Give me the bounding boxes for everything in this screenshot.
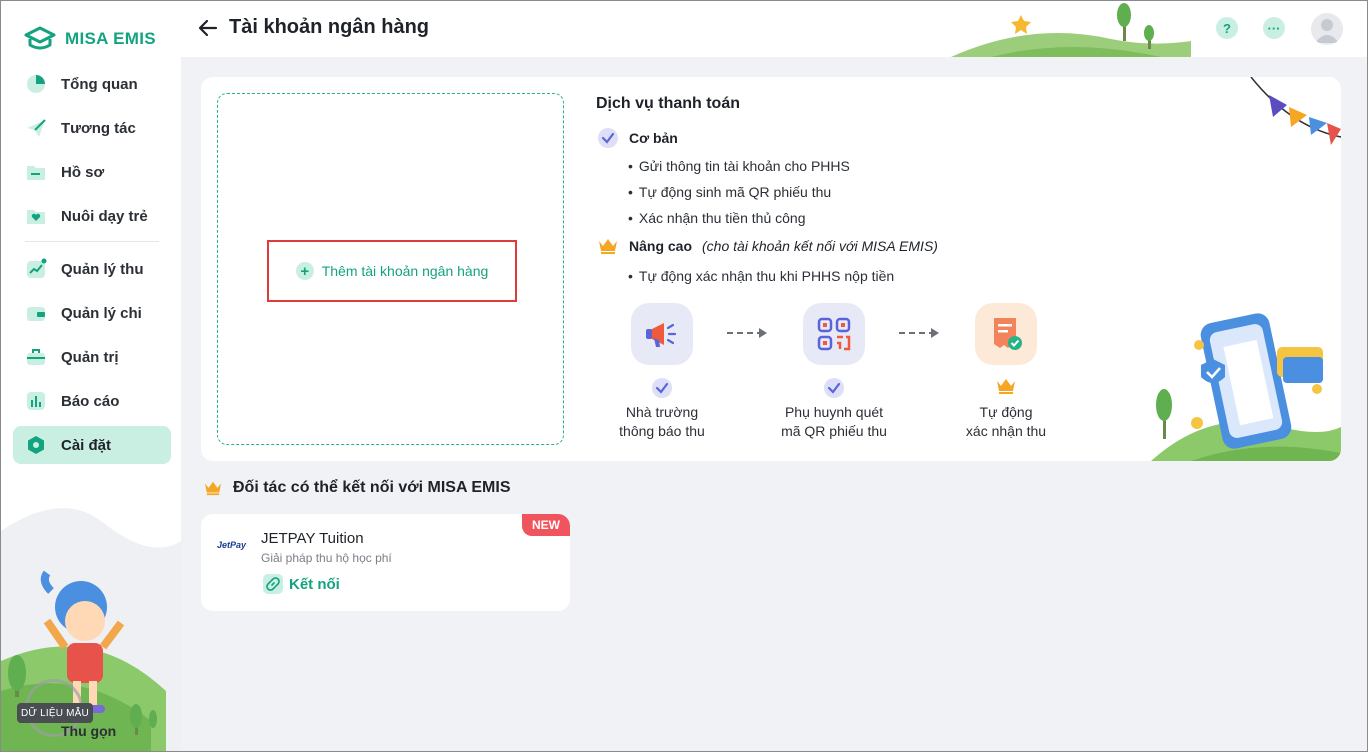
- sidebar-item-quan-ly-thu[interactable]: Quản lý thu: [13, 250, 171, 288]
- page-title: Tài khoản ngân hàng: [229, 16, 430, 38]
- paper-plane-icon: [27, 119, 46, 137]
- step-label-line: Phụ huynh quét: [784, 404, 884, 420]
- sidebar-item-label: Tương tác: [61, 119, 136, 137]
- partners-heading: Đối tác có thể kết nối với MISA EMIS: [203, 479, 511, 497]
- jetpay-logo: JetPay: [217, 540, 247, 550]
- tier-basic-label: Cơ bản: [629, 130, 678, 146]
- app-logo[interactable]: MISA EMIS: [23, 25, 156, 53]
- bar-chart-icon: [27, 392, 45, 410]
- more-options-button[interactable]: ···: [1263, 17, 1285, 39]
- step-parent-scan: Phụ huynh quét mã QR phiếu thu: [759, 303, 909, 441]
- sidebar-item-label: Quản lý thu: [61, 260, 144, 278]
- sidebar-item-label: Báo cáo: [61, 392, 120, 410]
- basic-feature-item: Tự động sinh mã QR phiếu thu: [628, 184, 831, 200]
- services-title: Dịch vụ thanh toán: [596, 95, 740, 112]
- step-label: Phụ huynh quét mã QR phiếu thu: [759, 403, 909, 441]
- step-icon-box: [975, 303, 1037, 365]
- partner-description: Giải pháp thu hộ học phí: [261, 551, 392, 565]
- sidebar-item-tuong-tac[interactable]: Tương tác: [13, 109, 171, 147]
- step-label-line: Tự động: [979, 404, 1033, 420]
- basic-feature-item: Gửi thông tin tài khoản cho PHHS: [628, 158, 850, 174]
- crown-icon: [599, 239, 617, 254]
- folder-icon: [27, 166, 45, 180]
- basic-feature-item: Xác nhận thu tiền thủ công: [628, 210, 806, 226]
- sidebar-item-quan-ly-chi[interactable]: Quản lý chi: [13, 294, 171, 332]
- tier-advanced: Nâng cao (cho tài khoản kết nối với MISA…: [597, 237, 938, 255]
- step-school-notify: Nhà trường thông báo thu: [587, 303, 737, 441]
- briefcase-icon: [27, 349, 45, 365]
- step-icon-box: [631, 303, 693, 365]
- heart-folder-icon: [27, 210, 45, 224]
- collapse-sidebar-button[interactable]: Thu gọn: [61, 723, 116, 739]
- tier-advanced-label: Nâng cao: [629, 238, 693, 254]
- receipt-check-icon: [994, 318, 1022, 350]
- step-mark: [931, 377, 1081, 397]
- connect-label: Kết nối: [289, 575, 340, 593]
- check-badge-icon: [652, 378, 672, 398]
- tier-basic: Cơ bản: [597, 127, 678, 149]
- sidebar-divider: [25, 241, 159, 242]
- step-mark: [587, 377, 737, 398]
- connect-partner-button[interactable]: Kết nối: [263, 574, 340, 594]
- misa-logo-icon: [24, 26, 56, 50]
- add-bank-account-button[interactable]: + Thêm tài khoản ngân hàng: [267, 240, 517, 302]
- sample-data-badge: DỮ LIỆU MẪU: [17, 703, 93, 723]
- step-label: Nhà trường thông báo thu: [587, 403, 737, 441]
- check-badge-icon: [824, 378, 844, 398]
- sidebar-nav: Tổng quan Tương tác Hồ sơ Nuôi dạy trẻ Q…: [13, 65, 171, 470]
- pie-chart-icon: [27, 75, 45, 93]
- plus-icon: +: [295, 262, 314, 280]
- user-avatar-icon: [1315, 19, 1339, 43]
- top-header: Tài khoản ngân hàng ? ···: [181, 1, 1367, 57]
- add-bank-account-label: Thêm tài khoản ngân hàng: [321, 263, 489, 279]
- sidebar-item-tong-quan[interactable]: Tổng quan: [13, 65, 171, 103]
- trend-chart-icon: [27, 258, 47, 278]
- step-label-line: thông báo thu: [619, 423, 705, 439]
- tier-advanced-note: (cho tài khoản kết nối với MISA EMIS): [702, 238, 938, 254]
- check-badge-icon: [598, 128, 618, 148]
- crown-icon: [997, 379, 1015, 394]
- link-icon: [263, 574, 283, 594]
- partner-name: JETPAY Tuition: [261, 530, 364, 547]
- step-label: Tự động xác nhận thu: [931, 403, 1081, 441]
- advanced-feature-item: Tự động xác nhận thu khi PHHS nộp tiền: [628, 268, 894, 284]
- sidebar-item-label: Quản trị: [61, 348, 119, 366]
- crown-icon: [205, 481, 221, 496]
- step-label-line: xác nhận thu: [965, 423, 1047, 439]
- partner-card-jetpay: NEW JetPay JETPAY Tuition Giải pháp thu …: [201, 514, 570, 611]
- step-auto-confirm: Tự động xác nhận thu: [931, 303, 1081, 441]
- help-button[interactable]: ?: [1216, 17, 1238, 39]
- logo-text: MISA EMIS: [65, 29, 156, 48]
- payment-phone-illustration: [1151, 313, 1341, 461]
- step-mark: [759, 377, 909, 398]
- bank-account-card: + Thêm tài khoản ngân hàng Dịch vụ thanh…: [201, 77, 1341, 461]
- new-badge: NEW: [522, 514, 570, 536]
- sidebar-item-quan-tri[interactable]: Quản trị: [13, 338, 171, 376]
- qr-code-icon: [817, 317, 851, 351]
- sidebar-item-label: Hồ sơ: [61, 163, 105, 181]
- avatar[interactable]: [1311, 13, 1343, 45]
- back-arrow-icon[interactable]: [197, 17, 219, 39]
- partners-heading-label: Đối tác có thể kết nối với MISA EMIS: [233, 479, 511, 496]
- step-icon-box: [803, 303, 865, 365]
- sidebar-item-label: Nuôi dạy trẻ: [61, 207, 148, 225]
- header-illustration: [951, 3, 1191, 57]
- bunting-decoration: [1250, 77, 1341, 145]
- step-label-line: Nhà trường: [625, 404, 699, 420]
- sidebar-item-label: Tổng quan: [61, 75, 138, 93]
- step-label-line: mã QR phiếu thu: [781, 423, 887, 439]
- megaphone-icon: [646, 323, 677, 347]
- wallet-icon: [27, 307, 45, 321]
- sidebar-item-bao-cao[interactable]: Báo cáo: [13, 382, 171, 420]
- sidebar-item-nuoi-day-tre[interactable]: Nuôi dạy trẻ: [13, 197, 171, 235]
- add-account-dropzone: + Thêm tài khoản ngân hàng: [217, 93, 564, 445]
- sidebar: MISA EMIS Tổng quan Tương tác Hồ sơ Nuôi…: [1, 1, 181, 751]
- sidebar-item-label: Quản lý chi: [61, 304, 142, 322]
- sidebar-item-ho-so[interactable]: Hồ sơ: [13, 153, 171, 191]
